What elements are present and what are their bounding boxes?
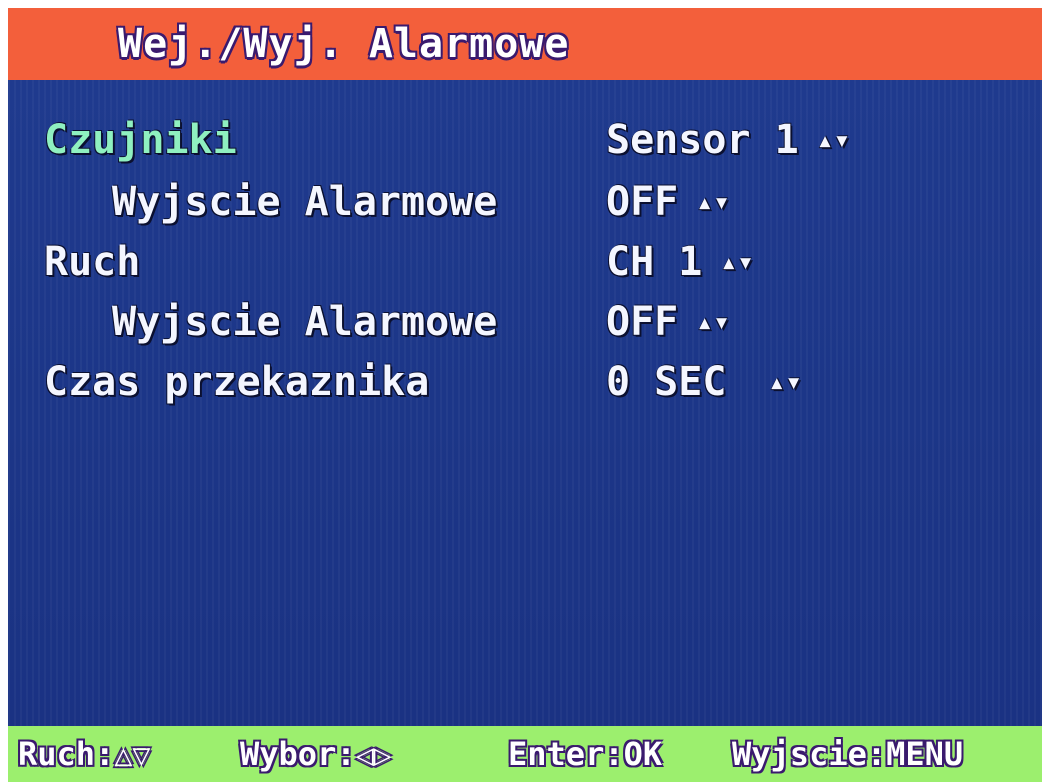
menu-row-relay-time[interactable]: Czas przekaznika 0 SEC ▴▾: [8, 352, 1042, 412]
row-label-motion-alarm-output: Wyjscie Alarmowe: [112, 299, 498, 345]
motion-alarm-output-select[interactable]: OFF ▴▾: [606, 292, 730, 352]
up-down-arrow-icon[interactable]: ▴▾: [768, 352, 802, 412]
help-exit: Wyjscie:MENU: [732, 735, 964, 773]
relay-time-select[interactable]: 0 SEC ▴▾: [606, 352, 802, 412]
sensor-alarm-output-value: OFF: [606, 179, 679, 225]
help-select-label: Wybor:: [240, 735, 356, 773]
up-down-triangle-icon: △▽: [114, 738, 151, 773]
motion-channel-value: CH 1: [606, 239, 703, 285]
left-right-triangle-icon: ◁▷: [355, 738, 392, 773]
up-down-arrow-icon[interactable]: ▴▾: [696, 292, 730, 352]
menu-row-ruch[interactable]: Ruch CH 1 ▴▾: [8, 232, 1042, 292]
menu-row-czujniki[interactable]: Czujniki Sensor 1 ▴▾: [8, 110, 1042, 170]
title-bar: Wej./Wyj. Alarmowe: [8, 8, 1042, 80]
menu-row-sensor-alarm-output[interactable]: Wyjscie Alarmowe OFF ▴▾: [8, 172, 1042, 232]
motion-alarm-output-value: OFF: [606, 299, 679, 345]
row-label-sensor-alarm-output: Wyjscie Alarmowe: [112, 179, 498, 225]
up-down-arrow-icon[interactable]: ▴▾: [696, 172, 730, 232]
sensor-select[interactable]: Sensor 1 ▴▾: [606, 110, 850, 170]
up-down-arrow-icon[interactable]: ▴▾: [720, 232, 754, 292]
row-label-ruch: Ruch: [44, 239, 141, 285]
sensor-alarm-output-select[interactable]: OFF ▴▾: [606, 172, 730, 232]
relay-time-value: 0 SEC: [606, 359, 727, 405]
osd-screen: Wej./Wyj. Alarmowe Czujniki Sensor 1 ▴▾ W…: [0, 0, 1042, 782]
motion-channel-select[interactable]: CH 1 ▴▾: [606, 232, 754, 292]
page-title: Wej./Wyj. Alarmowe: [118, 21, 570, 67]
help-move: Ruch:△▽: [18, 732, 150, 778]
help-select: Wybor:◁▷: [240, 732, 392, 778]
settings-panel: Czujniki Sensor 1 ▴▾ Wyjscie Alarmowe OFF…: [8, 80, 1042, 726]
row-label-relay-time: Czas przekaznika: [44, 359, 430, 405]
help-enter: Enter:OK: [508, 735, 663, 773]
row-label-czujniki: Czujniki: [44, 117, 237, 163]
help-bar: Ruch:△▽ Wybor:◁▷ Enter:OK Wyjscie:MENU: [8, 726, 1042, 782]
help-move-label: Ruch:: [18, 735, 115, 773]
menu-row-motion-alarm-output[interactable]: Wyjscie Alarmowe OFF ▴▾: [8, 292, 1042, 352]
up-down-arrow-icon[interactable]: ▴▾: [817, 110, 851, 170]
sensor-value: Sensor 1: [606, 117, 799, 163]
